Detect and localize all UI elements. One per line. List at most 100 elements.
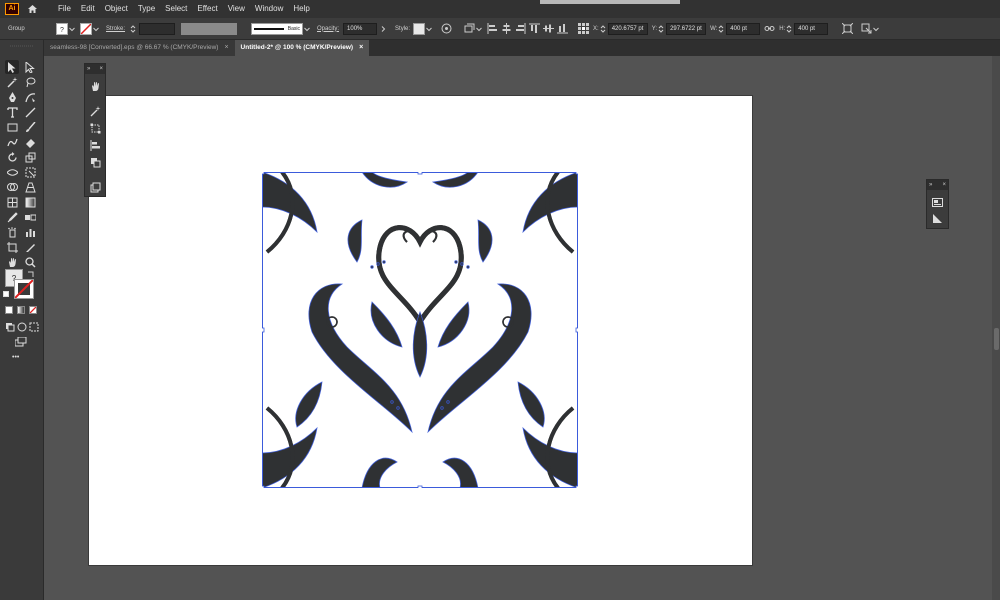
tab-untitled-2[interactable]: Untitled-2* @ 100 % (CMYK/Preview) ×: [234, 40, 370, 56]
shape-builder-tool-icon[interactable]: [5, 180, 19, 194]
close-icon[interactable]: ×: [942, 182, 946, 188]
pen-tool-icon[interactable]: [5, 90, 19, 104]
paintbrush-tool-icon[interactable]: [23, 120, 37, 134]
align-right-icon[interactable]: [515, 23, 526, 34]
tab-seamless-98[interactable]: seamless-98 [Converted].eps @ 66.67 % (C…: [44, 40, 235, 56]
image-trace-icon[interactable]: [932, 197, 943, 208]
perspective-grid-tool-icon[interactable]: [23, 180, 37, 194]
reference-point-icon[interactable]: [578, 23, 590, 34]
collapse-icon[interactable]: »: [929, 182, 932, 188]
transform-each-icon[interactable]: [90, 123, 101, 134]
draw-inside-icon[interactable]: [27, 320, 41, 334]
hand-tool-icon[interactable]: [5, 255, 19, 269]
pathfinder-icon[interactable]: [90, 157, 101, 168]
close-icon[interactable]: ×: [224, 40, 228, 56]
y-field[interactable]: 297.6722 pt: [666, 22, 707, 35]
resize-handle-right[interactable]: [575, 327, 578, 333]
stroke-swatch[interactable]: [80, 22, 92, 35]
scale-tool-icon[interactable]: [23, 150, 37, 164]
align-left-icon[interactable]: [487, 23, 498, 34]
blend-tool-icon[interactable]: [23, 210, 37, 224]
toolbar-grip[interactable]: [0, 42, 44, 50]
color-mode-icon[interactable]: [5, 306, 13, 314]
close-icon[interactable]: ×: [99, 66, 103, 72]
artboards-icon[interactable]: [90, 182, 101, 193]
close-icon[interactable]: ×: [359, 40, 363, 56]
menu-type[interactable]: Type: [133, 0, 160, 18]
w-field[interactable]: 400 pt: [726, 22, 761, 35]
menu-help[interactable]: Help: [288, 0, 314, 18]
x-field[interactable]: 420.6757 pt: [607, 22, 648, 35]
w-stepper-icon[interactable]: [717, 24, 725, 33]
y-stepper-icon[interactable]: [657, 24, 665, 33]
menu-select[interactable]: Select: [160, 0, 192, 18]
resize-handle-top-right[interactable]: [575, 172, 578, 175]
panel-header[interactable]: » ×: [85, 64, 105, 74]
align-bottom-icon[interactable]: [557, 23, 569, 34]
screen-mode-icon[interactable]: [14, 335, 28, 349]
chevron-down-icon[interactable]: [872, 25, 880, 33]
chevron-down-icon[interactable]: [425, 25, 433, 33]
scrollbar-thumb[interactable]: [994, 328, 999, 350]
chevron-down-icon[interactable]: [92, 25, 100, 33]
stroke-label[interactable]: Stroke:: [106, 26, 125, 32]
direct-selection-tool-icon[interactable]: [23, 60, 37, 74]
eyedropper-tool-icon[interactable]: [5, 210, 19, 224]
free-transform-tool-icon[interactable]: [23, 165, 37, 179]
damask-pattern-artwork[interactable]: [262, 172, 578, 488]
menu-window[interactable]: Window: [250, 0, 288, 18]
magic-wand-icon[interactable]: [90, 106, 101, 117]
swap-fill-stroke-icon[interactable]: [27, 270, 35, 278]
mesh-tool-icon[interactable]: [5, 195, 19, 209]
type-tool-icon[interactable]: [5, 105, 19, 119]
rectangle-tool-icon[interactable]: [5, 120, 19, 134]
menu-view[interactable]: View: [223, 0, 250, 18]
graphic-style-swatch[interactable]: [413, 22, 426, 35]
menu-file[interactable]: File: [53, 0, 76, 18]
curvature-tool-icon[interactable]: [23, 90, 37, 104]
chevron-down-icon[interactable]: [475, 25, 483, 33]
transform-icon[interactable]: [842, 23, 854, 34]
menu-effect[interactable]: Effect: [192, 0, 222, 18]
resize-handle-left[interactable]: [262, 327, 265, 333]
line-segment-tool-icon[interactable]: [23, 105, 37, 119]
h-stepper-icon[interactable]: [785, 24, 793, 33]
align-middle-icon[interactable]: [543, 23, 555, 34]
home-icon[interactable]: [25, 3, 39, 15]
h-field[interactable]: 400 pt: [794, 22, 829, 35]
selection-tool-icon[interactable]: [5, 60, 19, 74]
stroke-color-swatch[interactable]: [14, 279, 34, 299]
gradient-tool-icon[interactable]: [23, 195, 37, 209]
chevron-down-icon[interactable]: [68, 25, 76, 33]
edit-toolbar-button[interactable]: •••: [12, 354, 19, 361]
lasso-tool-icon[interactable]: [23, 75, 37, 89]
default-fill-stroke-icon[interactable]: [3, 291, 9, 297]
fill-swatch[interactable]: ?: [56, 22, 68, 35]
x-stepper-icon[interactable]: [599, 24, 607, 33]
resize-handle-top[interactable]: [417, 172, 423, 175]
resize-handle-bottom[interactable]: [417, 485, 423, 488]
collapse-icon[interactable]: »: [87, 66, 90, 72]
puppet-warp-icon[interactable]: [90, 81, 101, 92]
opacity-label[interactable]: Opacity:: [317, 26, 339, 32]
align-to-icon[interactable]: [464, 23, 475, 34]
magic-wand-tool-icon[interactable]: [5, 75, 19, 89]
zoom-tool-icon[interactable]: [23, 255, 37, 269]
gradient-panel-icon[interactable]: [932, 213, 943, 224]
variable-width-profile[interactable]: [181, 22, 238, 35]
align-objects-icon[interactable]: [90, 140, 101, 151]
eraser-tool-icon[interactable]: [23, 135, 37, 149]
shaper-tool-icon[interactable]: [5, 135, 19, 149]
symbol-sprayer-tool-icon[interactable]: [5, 225, 19, 239]
resize-handle-bottom-right[interactable]: [575, 485, 578, 488]
rotate-tool-icon[interactable]: [5, 150, 19, 164]
stroke-weight-field[interactable]: [139, 22, 176, 35]
workspace-switcher[interactable]: [540, 0, 680, 4]
column-graph-tool-icon[interactable]: [23, 225, 37, 239]
chevron-down-icon[interactable]: [303, 25, 311, 33]
menu-object[interactable]: Object: [100, 0, 133, 18]
none-mode-icon[interactable]: [29, 306, 37, 314]
align-center-icon[interactable]: [501, 23, 512, 34]
isolate-group-icon[interactable]: [861, 23, 872, 34]
panel-header[interactable]: » ×: [927, 180, 948, 190]
